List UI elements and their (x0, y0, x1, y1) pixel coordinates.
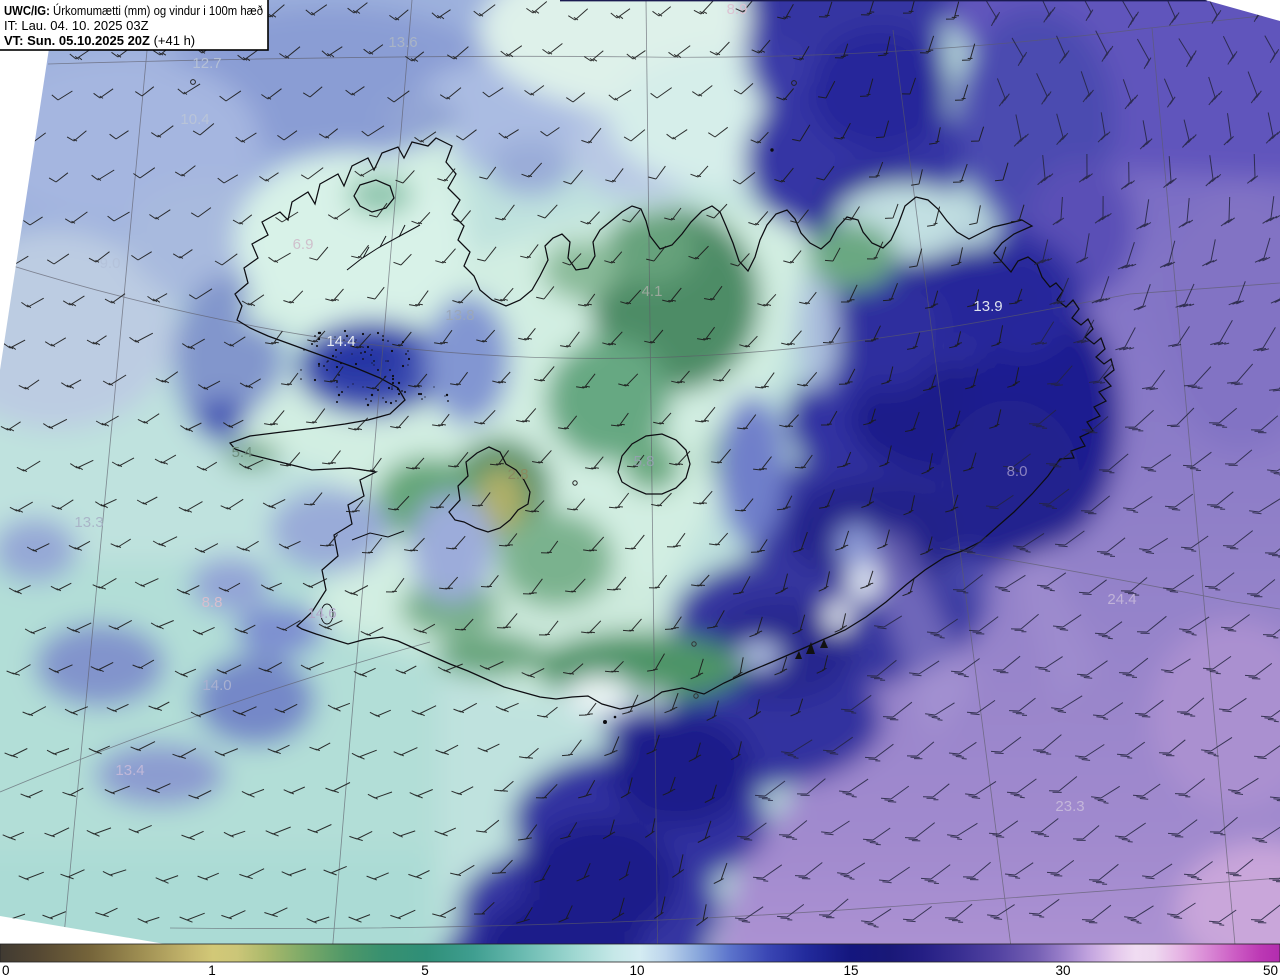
svg-text:9.0: 9.0 (100, 255, 121, 272)
svg-text:50: 50 (1263, 963, 1278, 978)
svg-text:8.0: 8.0 (1007, 463, 1028, 480)
svg-text:4.1: 4.1 (642, 283, 663, 300)
svg-text:8.8: 8.8 (202, 594, 223, 611)
svg-text:IT: Lau. 04. 10. 2025 03Z: IT: Lau. 04. 10. 2025 03Z (4, 18, 149, 33)
svg-text:6.9: 6.9 (293, 236, 314, 253)
svg-text:13.3: 13.3 (74, 514, 103, 531)
svg-text:13.6: 13.6 (388, 34, 417, 51)
svg-text:10.4: 10.4 (180, 111, 209, 128)
svg-text:5.8: 5.8 (634, 453, 655, 470)
svg-text:8.9: 8.9 (727, 1, 748, 18)
svg-text:1: 1 (208, 963, 216, 978)
svg-text:5: 5 (421, 963, 429, 978)
svg-text:10: 10 (629, 963, 644, 978)
svg-text:VT: Sun. 05.10.2025 20Z (+41 h: VT: Sun. 05.10.2025 20Z (+41 h) (4, 33, 195, 48)
svg-text:23.3: 23.3 (1055, 798, 1084, 815)
svg-text:13.9: 13.9 (973, 298, 1002, 315)
svg-text:2.8: 2.8 (508, 466, 529, 483)
svg-text:30: 30 (1055, 963, 1070, 978)
svg-text:14.6: 14.6 (307, 605, 336, 622)
svg-text:14.4: 14.4 (326, 333, 355, 350)
svg-text:12.7: 12.7 (192, 55, 221, 72)
svg-text:0: 0 (2, 963, 10, 978)
svg-text:13.8: 13.8 (445, 307, 474, 324)
svg-text:15: 15 (843, 963, 858, 978)
svg-text:24.4: 24.4 (1107, 591, 1136, 608)
svg-text:14.0: 14.0 (202, 677, 231, 694)
svg-text:13.4: 13.4 (115, 762, 144, 779)
svg-text:UWC/IG: Úrkomumætti (mm) og vi: UWC/IG: Úrkomumætti (mm) og vindur i 100… (4, 3, 263, 18)
svg-text:5.4: 5.4 (232, 444, 253, 461)
